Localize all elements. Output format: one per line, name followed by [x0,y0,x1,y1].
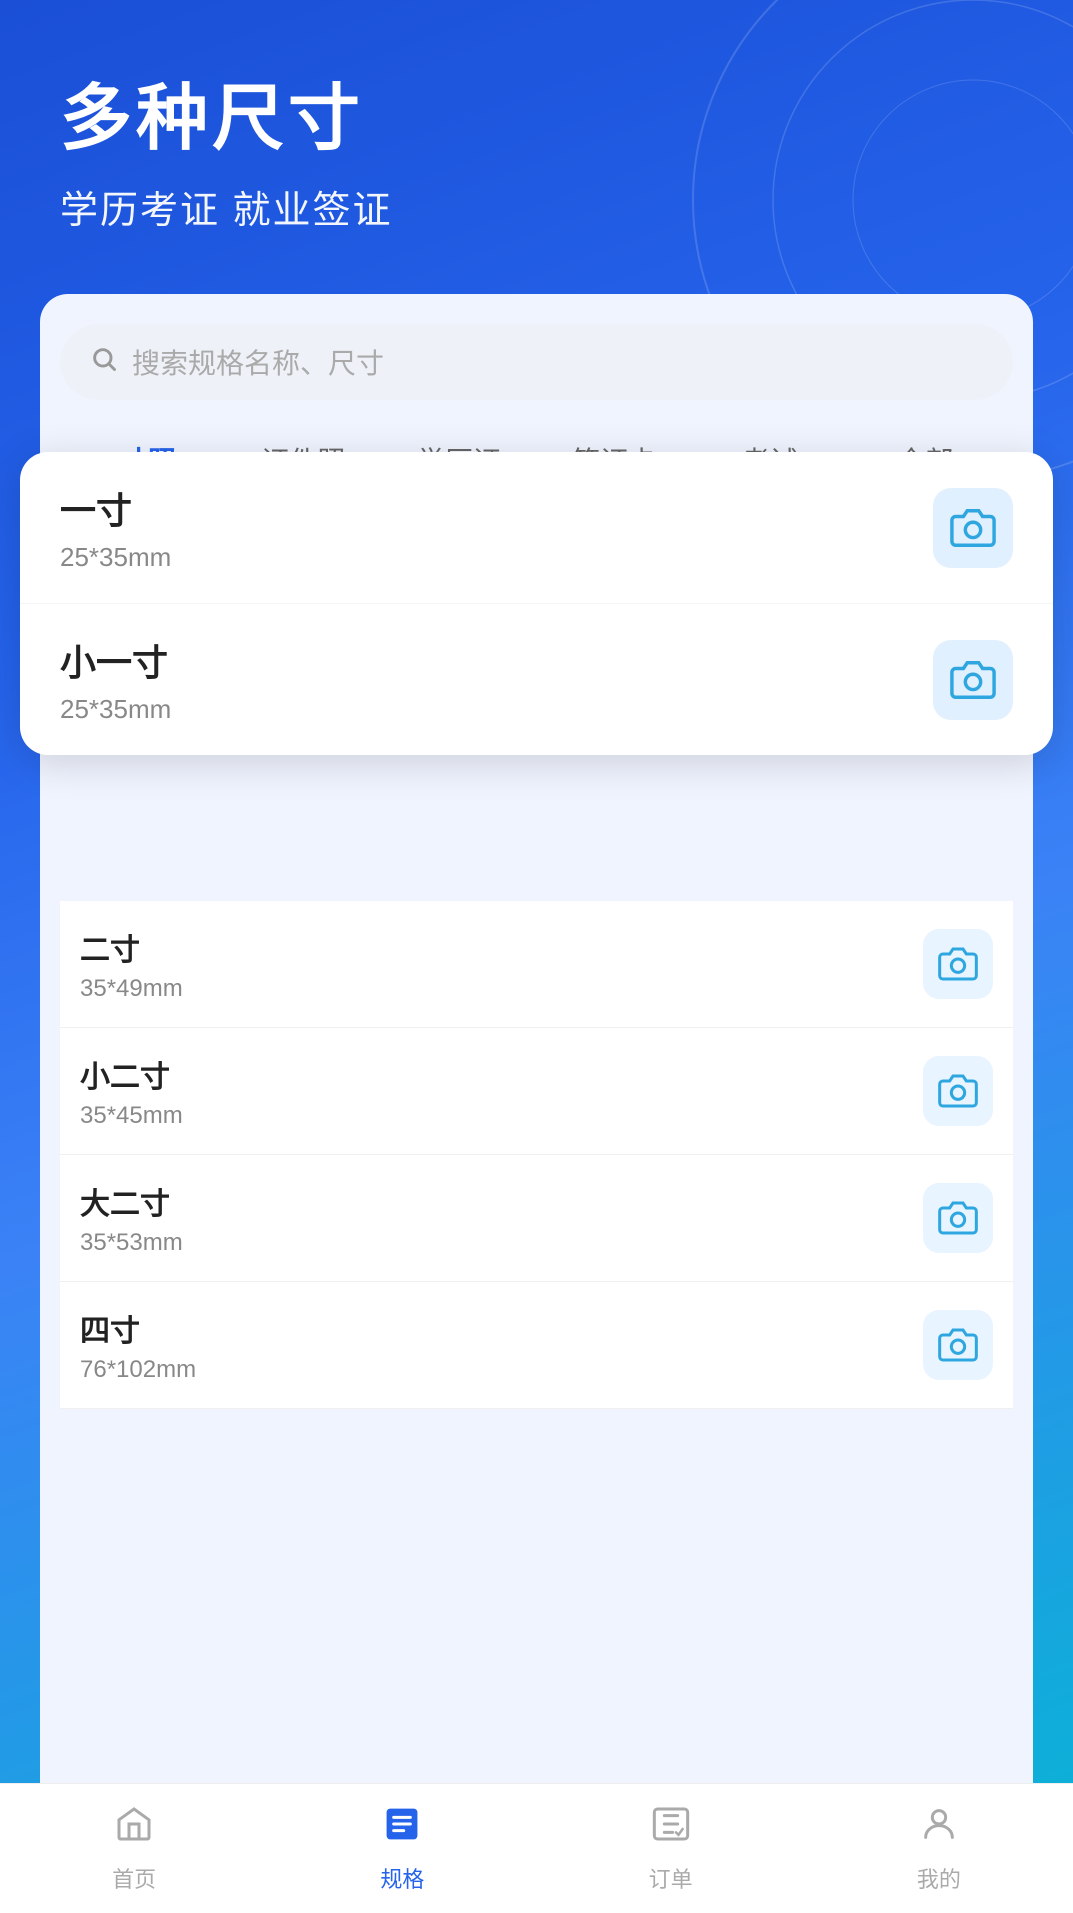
search-bar[interactable]: 搜索规格名称、尺寸 [60,324,1013,400]
home-icon [114,1804,154,1854]
camera-button-yicun[interactable] [933,488,1013,568]
nav-item-order[interactable]: 订单 [537,1788,805,1910]
list-item-xiao-ercun[interactable]: 小二寸 35*45mm [60,1028,1013,1155]
item-name-xiao-ercun: 小二寸 [80,1052,183,1096]
item-size-da-ercun: 35*53mm [80,1229,183,1257]
nav-label-spec: 规格 [380,1862,424,1894]
camera-button-xiao-ercun[interactable] [923,1056,993,1126]
floating-item-yicun[interactable]: 一寸 25*35mm [20,452,1053,604]
list-item-da-ercun[interactable]: 大二寸 35*53mm [60,1155,1013,1282]
nav-item-spec[interactable]: 规格 [268,1788,536,1910]
item-name-sicun: 四寸 [80,1306,196,1350]
nav-item-home[interactable]: 首页 [0,1788,268,1910]
hero-title: 多种尺寸 [60,80,1013,159]
camera-button-da-ercun[interactable] [923,1183,993,1253]
floating-size-yicun: 25*35mm [60,542,171,573]
nav-label-mine: 我的 [917,1862,961,1894]
item-name-da-ercun: 大二寸 [80,1179,183,1223]
main-card: 搜索规格名称、尺寸 寸照 证件照 学历证 签证卡 考试 全部 一寸 25*35m… [40,294,1033,1794]
item-name-ercun: 二寸 [80,925,183,969]
order-icon [651,1804,691,1854]
floating-name-xiao-yicun: 小一寸 [60,634,171,686]
camera-button-xiao-yicun[interactable] [933,640,1013,720]
item-size-xiao-ercun: 35*45mm [80,1102,183,1130]
item-size-ercun: 35*49mm [80,975,183,1003]
search-icon [90,345,118,380]
floating-item-xiao-yicun[interactable]: 小一寸 25*35mm [20,604,1053,755]
floating-name-yicun: 一寸 [60,482,171,534]
camera-button-ercun[interactable] [923,929,993,999]
floating-size-xiao-yicun: 25*35mm [60,694,171,725]
item-size-sicun: 76*102mm [80,1356,196,1384]
hero-section: 多种尺寸 学历考证 就业签证 [0,0,1073,274]
nav-item-mine[interactable]: 我的 [805,1788,1073,1910]
list-item-ercun[interactable]: 二寸 35*49mm [60,901,1013,1028]
nav-label-home: 首页 [112,1862,156,1894]
mine-icon [919,1804,959,1854]
bottom-nav: 首页 规格 订单 我的 [0,1783,1073,1913]
list-item-sicun[interactable]: 四寸 76*102mm [60,1282,1013,1409]
camera-button-sicun[interactable] [923,1310,993,1380]
spec-icon [382,1804,422,1854]
search-input[interactable]: 搜索规格名称、尺寸 [132,342,384,382]
nav-label-order: 订单 [649,1862,693,1894]
floating-card: 一寸 25*35mm 小一寸 25*35mm [20,452,1053,755]
hero-subtitle: 学历考证 就业签证 [60,179,1013,234]
